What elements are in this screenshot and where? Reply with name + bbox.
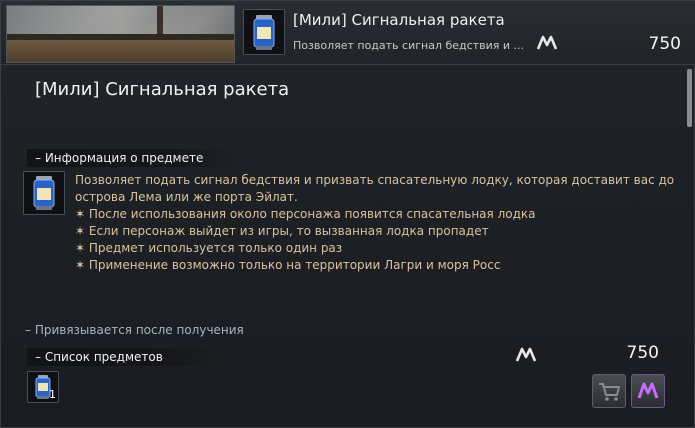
mileage-buy-icon	[637, 382, 659, 399]
description-bullet: ✶ Если персонаж выйдет из игры, то вызва…	[75, 224, 489, 238]
header-item-title: [Мили] Сигнальная ракета	[293, 11, 505, 29]
mileage-icon	[515, 347, 537, 363]
add-to-cart-button[interactable]	[592, 374, 626, 408]
description-line: Позволяет подать сигнал бедствия и призв…	[75, 173, 675, 187]
info-section-heading: – Информация о предмете	[27, 149, 237, 167]
description-bullet: ✶ Предмет используется только один раз	[75, 241, 343, 255]
footer-price: 750	[626, 343, 659, 363]
description-bullet: ✶ Применение возможно только на территор…	[75, 258, 501, 272]
item-detail-panel: [Мили] Сигнальная ракета Позволяет подат…	[0, 0, 695, 428]
signal-flare-icon	[243, 9, 285, 55]
header-price: 750	[648, 34, 681, 54]
signal-flare-icon	[23, 171, 65, 215]
item-quantity: 1	[49, 388, 56, 401]
bind-note: – Привязывается после получения	[25, 323, 244, 337]
description-line: острова Лема или же порта Эйлат.	[75, 190, 298, 204]
mileage-icon	[536, 35, 558, 51]
item-banner-image	[6, 5, 235, 63]
item-header: [Мили] Сигнальная ракета Позволяет подат…	[1, 1, 695, 65]
scrollbar-thumb[interactable]	[687, 69, 692, 127]
item-description: Позволяет подать сигнал бедствия и призв…	[75, 172, 675, 274]
header-item-description: Позволяет подать сигнал бедствия и ...	[293, 39, 524, 52]
description-bullet: ✶ После использования около персонажа по…	[75, 207, 536, 221]
item-list-slot[interactable]: 1	[27, 371, 59, 403]
buy-with-mileage-button[interactable]	[631, 374, 665, 408]
item-name-title: [Мили] Сигнальная ракета	[35, 79, 290, 100]
item-list-heading: – Список предметов	[27, 348, 223, 366]
shopping-cart-icon	[599, 383, 620, 401]
